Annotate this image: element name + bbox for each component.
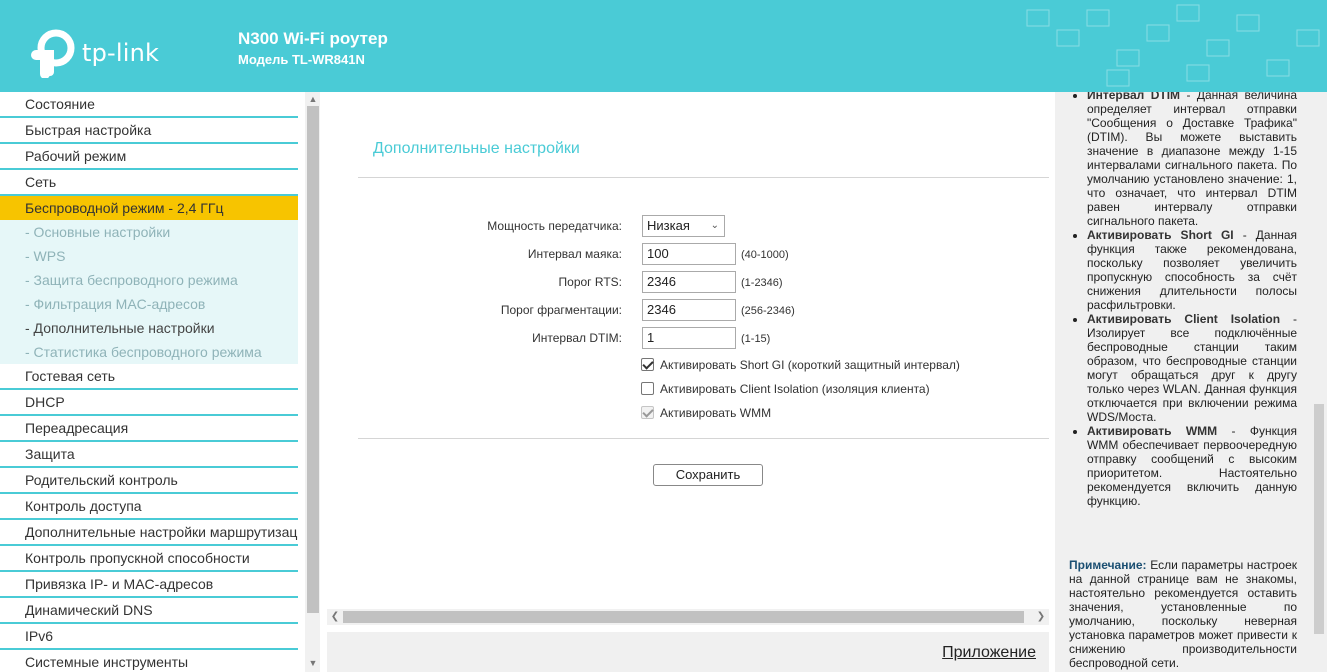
help-dtim-text: - Данная величина определяет интервал от… <box>1087 92 1298 228</box>
save-button[interactable]: Сохранить <box>653 464 763 486</box>
sidebar-item-operation-mode[interactable]: Рабочий режим <box>0 144 298 170</box>
app-link[interactable]: Приложение <box>942 644 1036 662</box>
sidebar-item-dhcp[interactable]: DHCP <box>0 390 298 416</box>
scroll-right-arrow-icon[interactable]: ❯ <box>1033 609 1049 625</box>
rts-range: (1-2346) <box>741 277 783 289</box>
sidebar-item-dynamic-dns[interactable]: Динамический DNS <box>0 598 298 624</box>
sidebar-subitem-wps[interactable]: - WPS <box>0 244 298 268</box>
scroll-up-arrow-icon[interactable]: ▲ <box>305 92 320 106</box>
sidebar: Состояние Быстрая настройка Рабочий режи… <box>0 92 320 672</box>
beacon-label: Интервал маяка: <box>527 247 622 261</box>
frag-label: Порог фрагментации: <box>500 303 622 317</box>
help-item-short-gi: Активировать Short GI - Данная функция т… <box>1087 228 1297 312</box>
help-iso-text: - Изолирует все подключённые беспроводны… <box>1087 312 1297 424</box>
sidebar-item-forwarding[interactable]: Переадресация <box>0 416 298 442</box>
beacon-interval-input[interactable]: 100 <box>642 243 736 265</box>
sidebar-item-bandwidth-control[interactable]: Контроль пропускной способности <box>0 546 298 572</box>
help-list: Интервал DTIM - Данная величина определя… <box>1087 92 1297 508</box>
help-item-client-isolation: Активировать Client Isolation - Изолируе… <box>1087 312 1297 424</box>
dtim-range: (1-15) <box>741 333 771 345</box>
tx-power-label: Мощность передатчика: <box>487 219 622 233</box>
dtim-label: Интервал DTIM: <box>532 331 622 345</box>
page-title: Дополнительные настройки <box>373 140 580 157</box>
logo-wordmark: tp-link <box>82 39 160 67</box>
chevron-down-icon: ⌄ <box>710 220 719 231</box>
divider-bottom <box>358 438 1049 439</box>
frag-range: (256-2346) <box>741 305 795 317</box>
rts-label: Порог RTS: <box>558 275 622 289</box>
sidebar-scrollbar[interactable]: ▲ ▼ <box>305 92 320 672</box>
dtim-row: Интервал DTIM: 1 (1-15) <box>327 327 1055 351</box>
help-scroll-thumb[interactable] <box>1314 404 1324 634</box>
help-item-dtim: Интервал DTIM - Данная величина определя… <box>1087 92 1297 228</box>
help-note: Примечание: Если параметры настроек на д… <box>1069 558 1297 670</box>
main-hscroll-thumb[interactable] <box>343 611 1024 623</box>
main-content: Дополнительные настройки Мощность переда… <box>327 92 1055 672</box>
client-isolation-label[interactable]: Активировать Client Isolation (изоляция … <box>660 382 930 396</box>
sidebar-item-advanced-routing[interactable]: Дополнительные настройки маршрутизации <box>0 520 298 546</box>
sidebar-item-quick-setup[interactable]: Быстрая настройка <box>0 118 298 144</box>
scroll-left-arrow-icon[interactable]: ❮ <box>327 609 343 625</box>
wmm-checkbox <box>641 406 654 419</box>
scroll-down-arrow-icon[interactable]: ▼ <box>305 656 320 670</box>
sidebar-item-ipv6[interactable]: IPv6 <box>0 624 298 650</box>
sidebar-subitem-advanced-settings[interactable]: - Дополнительные настройки <box>0 316 298 340</box>
sidebar-item-wireless-24[interactable]: Беспроводной режим - 2,4 ГГц <box>0 196 298 220</box>
wmm-label: Активировать WMM <box>660 406 772 420</box>
help-note-head: Примечание: <box>1069 558 1147 572</box>
help-iso-head: Активировать Client Isolation <box>1087 312 1281 326</box>
sidebar-item-ip-mac-binding[interactable]: Привязка IP- и MAC-адресов <box>0 572 298 598</box>
help-scrollbar[interactable] <box>1311 92 1327 672</box>
sidebar-item-guest-network[interactable]: Гостевая сеть <box>0 364 298 390</box>
tx-power-value: Низкая <box>647 218 690 233</box>
sidebar-item-access-control[interactable]: Контроль доступа <box>0 494 298 520</box>
help-panel: Интервал DTIM - Данная величина определя… <box>1055 92 1327 672</box>
tp-link-logo[interactable]: tp-link <box>26 27 166 79</box>
rts-row: Порог RTS: 2346 (1-2346) <box>327 271 1055 295</box>
sidebar-subitem-wireless-security[interactable]: - Защита беспроводного режима <box>0 268 298 292</box>
header: tp-link N300 Wi-Fi роутер Модель TL-WR84… <box>0 0 1327 92</box>
beacon-row: Интервал маяка: 100 (40-1000) <box>327 243 1055 267</box>
rts-threshold-input[interactable]: 2346 <box>642 271 736 293</box>
main-horizontal-scrollbar[interactable]: ❮ ❯ <box>327 609 1049 625</box>
sidebar-menu: Состояние Быстрая настройка Рабочий режи… <box>0 92 298 672</box>
sidebar-scroll-thumb[interactable] <box>307 106 319 613</box>
client-isolation-checkbox[interactable] <box>641 382 654 395</box>
help-item-wmm: Активировать WMM - Функция WMM обеспечив… <box>1087 424 1297 508</box>
footer: Приложение <box>327 632 1049 672</box>
sidebar-subitem-mac-filtering[interactable]: - Фильтрация MAC-адресов <box>0 292 298 316</box>
sidebar-subitem-wireless-statistics[interactable]: - Статистика беспроводного режима <box>0 340 298 364</box>
help-wmm-head: Активировать WMM <box>1087 424 1218 438</box>
help-dtim-head: Интервал DTIM <box>1087 92 1181 102</box>
sidebar-item-parental-control[interactable]: Родительский контроль <box>0 468 298 494</box>
help-sgi-head: Активировать Short GI <box>1087 228 1234 242</box>
divider-top <box>358 177 1049 178</box>
help-note-text: Если параметры настроек на данной страни… <box>1069 558 1297 670</box>
sidebar-item-system-tools[interactable]: Системные инструменты <box>0 650 298 672</box>
frag-row: Порог фрагментации: 2346 (256-2346) <box>327 299 1055 323</box>
short-gi-label[interactable]: Активировать Short GI (короткий защитный… <box>660 358 960 372</box>
tp-link-logo-icon <box>31 29 75 78</box>
product-title: N300 Wi-Fi роутер <box>238 29 388 48</box>
dtim-interval-input[interactable]: 1 <box>642 327 736 349</box>
short-gi-checkbox[interactable] <box>641 358 654 371</box>
sidebar-item-network[interactable]: Сеть <box>0 170 298 196</box>
sidebar-item-status[interactable]: Состояние <box>0 92 298 118</box>
sidebar-item-security[interactable]: Защита <box>0 442 298 468</box>
tx-power-select[interactable]: Низкая ⌄ <box>642 215 725 237</box>
beacon-range: (40-1000) <box>741 249 789 261</box>
tx-power-row: Мощность передатчика: Низкая ⌄ <box>327 215 1055 239</box>
product-model: Модель TL-WR841N <box>238 52 365 67</box>
fragmentation-threshold-input[interactable]: 2346 <box>642 299 736 321</box>
sidebar-subitem-basic-settings[interactable]: - Основные настройки <box>0 220 298 244</box>
header-pattern-decoration <box>1026 4 1320 87</box>
